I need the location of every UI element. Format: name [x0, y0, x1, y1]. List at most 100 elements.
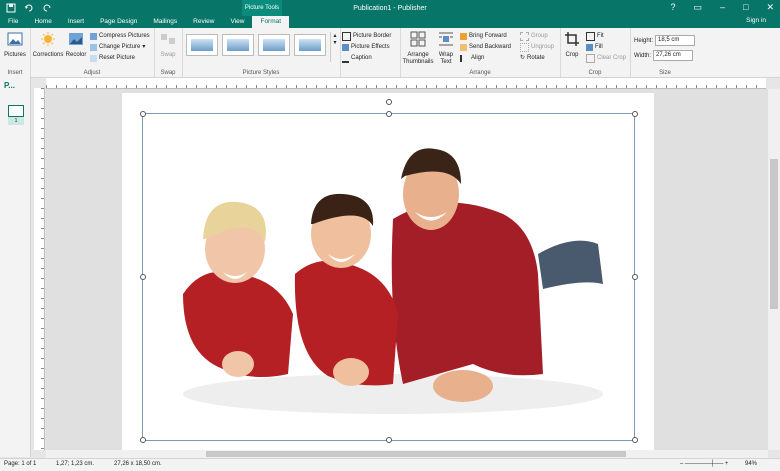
picture-border-button[interactable]: Picture Border — [342, 32, 391, 41]
selected-picture[interactable] — [142, 113, 635, 441]
pictures-icon — [7, 32, 23, 46]
picture-style-1[interactable] — [186, 34, 218, 56]
horizontal-scrollbar[interactable] — [46, 450, 768, 458]
sign-in-link[interactable]: Sign in — [746, 17, 766, 24]
status-position: 1,27; 1,23 cm. — [56, 461, 95, 467]
vertical-scroll-thumb[interactable] — [770, 159, 778, 309]
pages-pane-title: P... — [4, 81, 15, 90]
wrap-text-icon — [439, 32, 453, 46]
resize-handle-s[interactable] — [386, 437, 392, 443]
swap-button[interactable]: Swap — [156, 31, 180, 59]
group-picture-styles: ▴ ▾ Picture Styles — [182, 28, 341, 77]
resize-handle-nw[interactable] — [140, 111, 146, 117]
border-icon — [342, 32, 351, 41]
picture-style-3[interactable] — [258, 34, 290, 56]
group-icon — [520, 32, 529, 41]
fill-button[interactable]: Fill — [586, 43, 603, 52]
effects-icon — [342, 44, 349, 51]
man-hands — [433, 370, 493, 402]
tab-home[interactable]: Home — [26, 16, 59, 28]
status-size: 27,26 x 18,50 cm. — [114, 461, 162, 467]
close-icon[interactable]: ✕ — [766, 2, 774, 13]
rotation-handle[interactable] — [386, 99, 392, 105]
compress-icon — [90, 33, 97, 40]
styles-gallery-scroll[interactable]: ▴ ▾ — [330, 32, 339, 62]
pictures-button[interactable]: Pictures — [2, 31, 28, 59]
compress-pictures-button[interactable]: Compress Pictures — [90, 32, 150, 41]
height-input[interactable]: 18,5 cm — [655, 35, 696, 46]
title-bar: Picture Tools Publication1 - Publisher ?… — [0, 0, 780, 28]
resize-handle-ne[interactable] — [632, 111, 638, 117]
minimize-icon[interactable]: – — [720, 2, 725, 13]
left-boy-hands — [222, 351, 254, 377]
group-button[interactable]: Group — [520, 32, 548, 41]
caption-icon — [342, 54, 349, 63]
corrections-button[interactable]: Corrections — [32, 31, 64, 59]
send-backward-button[interactable]: Send Backward — [460, 43, 511, 52]
tab-format[interactable]: Format — [252, 16, 290, 28]
chevron-down-icon: ▾ — [142, 44, 146, 50]
man-shirt — [391, 202, 543, 384]
bring-forward-icon — [460, 33, 467, 40]
clear-crop-button[interactable]: Clear Crop — [586, 54, 626, 63]
page-thumbnail-number: 1 — [8, 117, 24, 125]
arrange-thumbnails-button[interactable]: Arrange Thumbnails — [402, 31, 434, 66]
resize-handle-w[interactable] — [140, 274, 146, 280]
status-page: Page: 1 of 1 — [4, 461, 37, 467]
window-title: Publication1 - Publisher — [353, 5, 427, 12]
ungroup-button[interactable]: Ungroup — [520, 43, 554, 52]
wrap-text-button[interactable]: Wrap Text — [436, 31, 456, 66]
thumbnails-icon — [410, 31, 426, 47]
maximize-icon[interactable]: □ — [743, 2, 748, 13]
swap-icon — [161, 34, 175, 44]
tab-insert[interactable]: Insert — [60, 16, 92, 28]
picture-style-2[interactable] — [222, 34, 254, 56]
change-picture-icon — [90, 44, 97, 51]
group-adjust: Corrections Recolor Compress Pictures Ch… — [30, 28, 155, 77]
height-field: Height: 18,5 cm — [634, 35, 696, 46]
rotate-icon: ↻ — [520, 55, 526, 61]
clear-crop-icon — [586, 54, 595, 63]
group-picture-border: Picture Border Picture Effects Caption — [340, 28, 401, 77]
ribbon-display-icon[interactable]: ▭ — [693, 2, 702, 13]
reset-picture-button[interactable]: Reset Picture — [90, 54, 135, 63]
vertical-scrollbar[interactable] — [768, 89, 780, 450]
resize-handle-se[interactable] — [632, 437, 638, 443]
width-input[interactable]: 27,26 cm — [653, 50, 694, 61]
tab-mailings[interactable]: Mailings — [145, 16, 185, 28]
group-arrange: Arrange Thumbnails Wrap Text Bring Forwa… — [400, 28, 561, 77]
zoom-slider[interactable]: – ──────┼── + — [680, 461, 728, 467]
width-field: Width: 27,26 cm — [634, 50, 694, 61]
align-button[interactable]: Align — [460, 54, 484, 63]
tab-page-design[interactable]: Page Design — [92, 16, 145, 28]
rotate-button[interactable]: ↻ Rotate — [520, 54, 545, 63]
middle-boy-hands — [333, 358, 369, 386]
pages-pane: P... 1 — [0, 77, 31, 457]
ribbon: Pictures Insert Corrections Recolor Comp… — [0, 28, 780, 78]
resize-handle-n[interactable] — [386, 111, 392, 117]
fit-button[interactable]: Fit — [586, 32, 604, 41]
crop-button[interactable]: Crop — [562, 31, 582, 59]
tab-view[interactable]: View — [222, 16, 252, 28]
fill-icon — [586, 44, 593, 51]
window-controls: ? ▭ – □ ✕ — [670, 2, 774, 13]
picture-effects-button[interactable]: Picture Effects — [342, 43, 390, 52]
bring-forward-button[interactable]: Bring Forward — [460, 32, 507, 41]
change-picture-button[interactable]: Change Picture ▾ — [90, 43, 145, 52]
help-icon[interactable]: ? — [670, 2, 675, 13]
horizontal-scroll-thumb[interactable] — [206, 451, 626, 457]
recolor-button[interactable]: Recolor — [64, 31, 88, 59]
picture-style-4[interactable] — [294, 34, 326, 56]
zoom-level[interactable]: 94% — [745, 461, 757, 467]
tab-file[interactable]: File — [0, 16, 26, 28]
align-icon — [460, 55, 469, 62]
caption-button[interactable]: Caption — [342, 54, 372, 63]
reset-picture-icon — [90, 55, 97, 62]
resize-handle-e[interactable] — [632, 274, 638, 280]
resize-handle-sw[interactable] — [140, 437, 146, 443]
group-insert: Pictures Insert — [0, 28, 31, 77]
family-photo — [183, 148, 603, 414]
status-bar: Page: 1 of 1 1,27; 1,23 cm. 27,26 x 18,5… — [0, 458, 780, 471]
tab-review[interactable]: Review — [185, 16, 222, 28]
page-thumbnail[interactable] — [8, 105, 24, 117]
